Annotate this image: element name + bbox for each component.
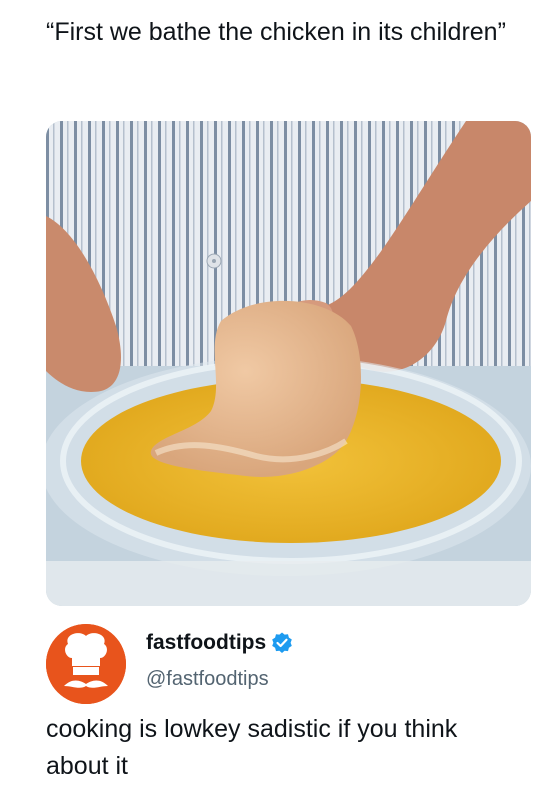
verified-badge-icon xyxy=(270,631,294,655)
quoted-caption: “First we bathe the chicken in its child… xyxy=(46,18,506,46)
display-name[interactable]: fastfoodtips xyxy=(146,631,266,655)
tweet-photo[interactable] xyxy=(46,121,531,606)
tweet-text: cooking is lowkey sadistic if you think … xyxy=(46,715,458,780)
chicken-egg-wash-illustration xyxy=(46,121,531,606)
chef-hat-mustache-icon xyxy=(46,624,126,704)
avatar[interactable] xyxy=(46,624,126,704)
tweet-author: fastfoodtips @fastfoodtips xyxy=(46,622,536,704)
user-handle[interactable]: @fastfoodtips xyxy=(146,668,294,691)
